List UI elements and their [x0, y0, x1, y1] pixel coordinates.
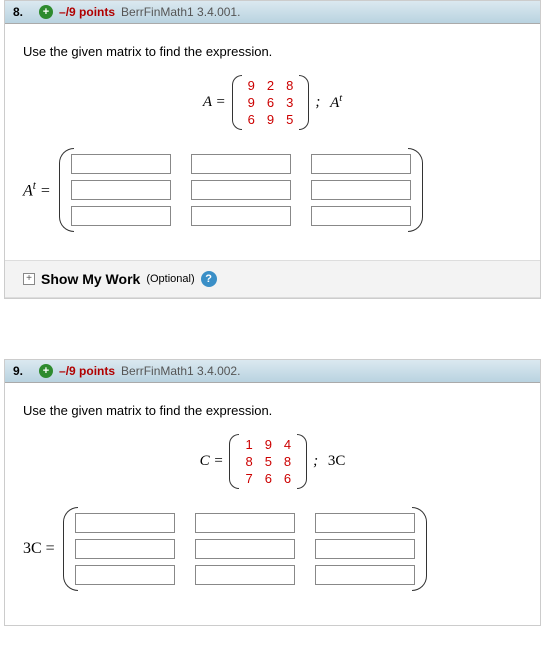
- answer-label: 3C =: [23, 540, 55, 558]
- answer-cell-2-0[interactable]: [71, 206, 171, 226]
- question-header: 8. + –/9 points BerrFinMath1 3.4.001.: [5, 1, 540, 24]
- answer-cell-0-0[interactable]: [71, 154, 171, 174]
- answer-inputs-grid: [75, 513, 415, 585]
- question-header: 9. + –/9 points BerrFinMath1 3.4.002.: [5, 360, 540, 383]
- answer-row: At =: [23, 148, 522, 232]
- answer-inputs-grid: [71, 154, 411, 226]
- question-content: Use the given matrix to find the express…: [5, 24, 540, 298]
- help-icon[interactable]: ?: [201, 271, 217, 287]
- answer-cell-2-1[interactable]: [195, 565, 295, 585]
- answer-row: 3C =: [23, 507, 522, 591]
- matrix-C: 194 858 766: [229, 434, 307, 489]
- answer-matrix-paren: [63, 507, 427, 591]
- answer-cell-1-0[interactable]: [75, 539, 175, 559]
- matrix-var: C =: [200, 453, 224, 470]
- matrix-definition: A = 928 963 695 ; At: [23, 75, 522, 130]
- points-label: –/9 points: [59, 5, 115, 19]
- answer-cell-2-2[interactable]: [311, 206, 411, 226]
- prompt-text: Use the given matrix to find the express…: [23, 403, 522, 418]
- matrix-A: 928 963 695: [232, 75, 310, 130]
- answer-matrix-paren: [59, 148, 423, 232]
- semicolon: ;: [315, 94, 324, 111]
- assignment-ref: BerrFinMath1 3.4.001.: [121, 5, 240, 19]
- answer-cell-1-1[interactable]: [195, 539, 295, 559]
- question-9: 9. + –/9 points BerrFinMath1 3.4.002. Us…: [4, 359, 541, 626]
- answer-cell-0-2[interactable]: [315, 513, 415, 533]
- semicolon: ;: [313, 453, 322, 470]
- answer-cell-2-0[interactable]: [75, 565, 175, 585]
- points-label: –/9 points: [59, 364, 115, 378]
- answer-cell-1-0[interactable]: [71, 180, 171, 200]
- show-my-work-bar[interactable]: + Show My Work (Optional) ?: [5, 260, 540, 298]
- answer-cell-1-2[interactable]: [315, 539, 415, 559]
- answer-cell-1-2[interactable]: [311, 180, 411, 200]
- question-number: 9.: [13, 364, 23, 378]
- answer-cell-1-1[interactable]: [191, 180, 291, 200]
- question-number: 8.: [13, 5, 23, 19]
- plus-icon[interactable]: +: [39, 5, 53, 19]
- question-content: Use the given matrix to find the express…: [5, 383, 540, 625]
- assignment-ref: BerrFinMath1 3.4.002.: [121, 364, 240, 378]
- answer-cell-2-2[interactable]: [315, 565, 415, 585]
- plus-icon[interactable]: +: [39, 364, 53, 378]
- target-expression: At: [330, 93, 342, 112]
- answer-cell-0-1[interactable]: [195, 513, 295, 533]
- answer-cell-2-1[interactable]: [191, 206, 291, 226]
- answer-cell-0-1[interactable]: [191, 154, 291, 174]
- matrix-definition: C = 194 858 766 ; 3C: [23, 434, 522, 489]
- prompt-text: Use the given matrix to find the express…: [23, 44, 522, 59]
- answer-cell-0-0[interactable]: [75, 513, 175, 533]
- matrix-var: A =: [203, 94, 226, 111]
- target-expression: 3C: [328, 453, 346, 470]
- answer-label: At =: [23, 180, 51, 200]
- show-work-optional: (Optional): [146, 273, 194, 285]
- expand-icon[interactable]: +: [23, 273, 35, 285]
- answer-cell-0-2[interactable]: [311, 154, 411, 174]
- show-work-label: Show My Work: [41, 271, 140, 287]
- question-8: 8. + –/9 points BerrFinMath1 3.4.001. Us…: [4, 0, 541, 299]
